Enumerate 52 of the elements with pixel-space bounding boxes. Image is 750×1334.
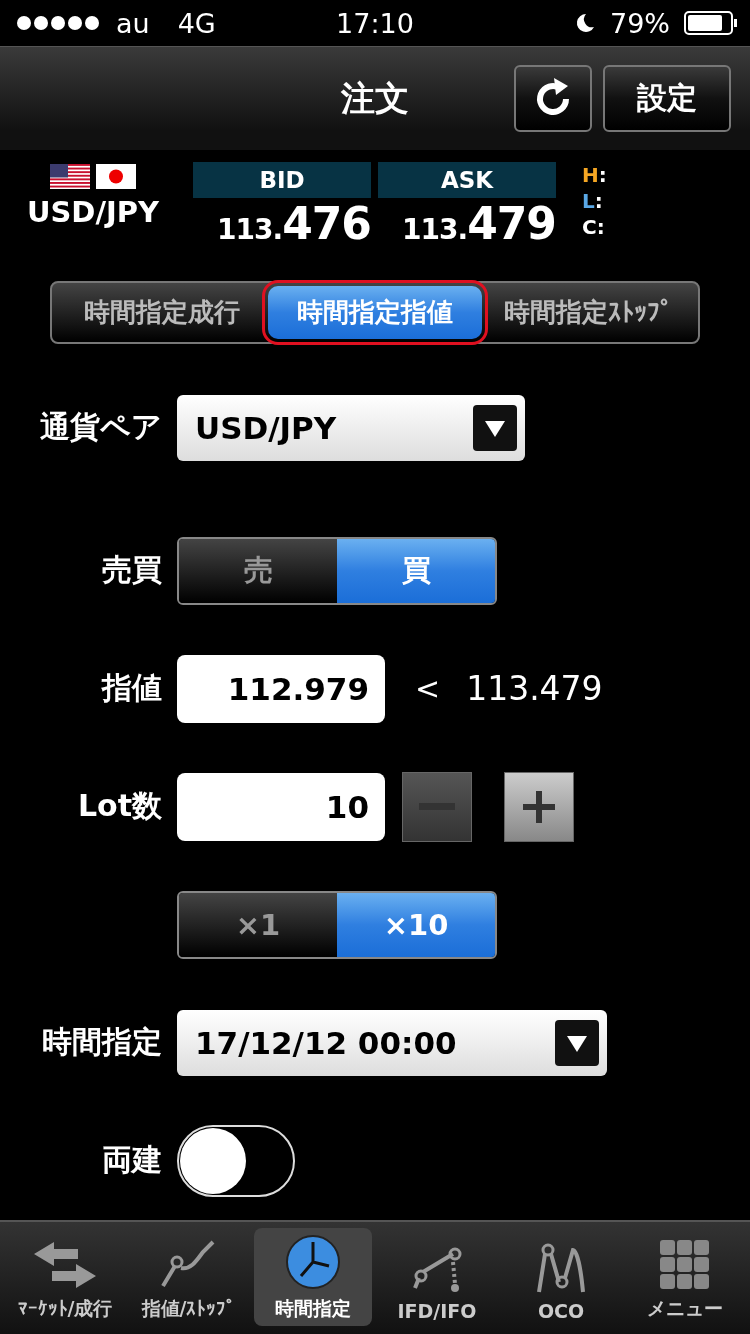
- select-field[interactable]: 17/12/12 00:00: [177, 1009, 607, 1076]
- tab-bar-item[interactable]: メニュー: [626, 1227, 744, 1326]
- refresh-button[interactable]: [514, 65, 592, 133]
- order-type-tab[interactable]: 時間指定ｽﾄｯﾌﾟ: [481, 286, 695, 339]
- oco-icon: [535, 1242, 587, 1294]
- settings-button[interactable]: 設定: [603, 65, 731, 133]
- field-label: 売買: [101, 551, 162, 590]
- plus-button[interactable]: [504, 771, 574, 842]
- arrows-icon: [32, 1240, 98, 1290]
- caret-icon: [555, 1019, 599, 1066]
- price-input[interactable]: 112.979: [177, 654, 385, 723]
- network-type: 4G: [177, 7, 216, 39]
- japan-flag-icon: [96, 164, 136, 190]
- field-label: 両建: [101, 1141, 162, 1180]
- price-label: BID: [193, 162, 371, 199]
- segment-option[interactable]: ×1: [179, 892, 337, 957]
- compare-sign: <: [415, 671, 441, 707]
- field-label: Lot数: [76, 787, 162, 826]
- reference-price: 113.479: [466, 669, 603, 709]
- stat-label: H:: [582, 162, 607, 189]
- segment-option[interactable]: ×10: [337, 892, 495, 957]
- price-value: 113.476: [217, 198, 371, 252]
- select-field[interactable]: USD/JPY: [177, 394, 525, 461]
- tab-bar-item[interactable]: 指値/ｽﾄｯﾌﾟ: [130, 1227, 248, 1326]
- currency-pair: USD/JPY: [26, 195, 160, 230]
- segment-option[interactable]: 買: [337, 538, 495, 603]
- tab-bar-item[interactable]: IFD/IFO: [378, 1227, 496, 1326]
- field-label: 指値: [100, 669, 162, 708]
- stat-label: C:: [582, 214, 606, 241]
- lot-input[interactable]: 10: [177, 772, 385, 841]
- carrier-name: au: [116, 7, 150, 39]
- tab-bar-item[interactable]: 時間指定: [254, 1227, 372, 1326]
- grid-icon: [660, 1240, 710, 1290]
- plus-icon: [523, 790, 555, 823]
- status-time: 17:10: [335, 7, 415, 39]
- us-flag-icon: [50, 164, 90, 190]
- battery-percent: 79%: [610, 7, 670, 39]
- battery-icon: [684, 11, 738, 36]
- tab-bar-item[interactable]: ﾏｰｹｯﾄ/成行: [6, 1227, 124, 1326]
- stat-label: L:: [582, 188, 604, 215]
- order-type-tab[interactable]: 時間指定成行: [55, 286, 269, 339]
- field-label: 時間指定: [41, 1023, 162, 1062]
- moon-icon: [574, 12, 596, 35]
- price-label: ASK: [378, 162, 556, 199]
- clock-icon: [285, 1234, 341, 1290]
- signal-icon: [16, 15, 102, 32]
- caret-icon: [473, 404, 517, 451]
- field-label: 通貨ペア: [39, 408, 162, 447]
- price-value: 113.479: [402, 198, 556, 252]
- segment-option[interactable]: 売: [179, 538, 337, 603]
- tab-bar-item[interactable]: OCO: [502, 1227, 620, 1326]
- page-title: 注文: [340, 76, 410, 120]
